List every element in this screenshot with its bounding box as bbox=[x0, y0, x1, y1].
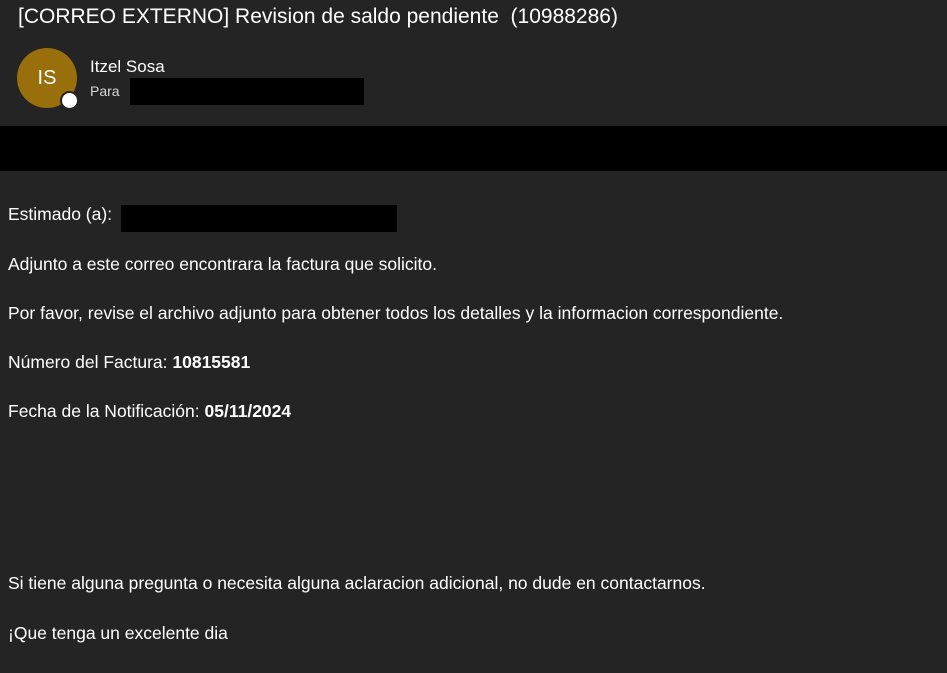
invoice-number: 10815581 bbox=[172, 352, 251, 372]
date-value: 05/11/2024 bbox=[204, 401, 292, 421]
body-line-contact: Si tiene alguna pregunta o necesita algu… bbox=[8, 573, 706, 593]
invoice-line: Número del Factura: 10815581 bbox=[8, 351, 250, 373]
invoice-label: Número del Factura: bbox=[8, 352, 173, 372]
avatar-initials: IS bbox=[37, 67, 57, 89]
body-line-review: Por favor, revise el archivo adjunto par… bbox=[8, 303, 784, 323]
redacted-banner bbox=[0, 126, 947, 171]
date-line: Fecha de la Notificación: 05/11/2024 bbox=[8, 400, 291, 422]
redacted-recipient bbox=[130, 78, 364, 105]
sender-name[interactable]: Itzel Sosa bbox=[90, 57, 165, 77]
presence-status-icon bbox=[60, 91, 79, 110]
body-line-attachment: Adjunto a este correo encontrara la fact… bbox=[8, 254, 437, 274]
greeting-text: Estimado (a): bbox=[8, 204, 113, 224]
email-subject: [CORREO EXTERNO] Revision de saldo pendi… bbox=[18, 5, 618, 28]
closing-line: ¡Que tenga un excelente dia bbox=[8, 623, 228, 643]
to-label: Para bbox=[90, 83, 120, 99]
date-label: Fecha de la Notificación: bbox=[8, 401, 205, 421]
redacted-recipient-name bbox=[121, 205, 397, 232]
